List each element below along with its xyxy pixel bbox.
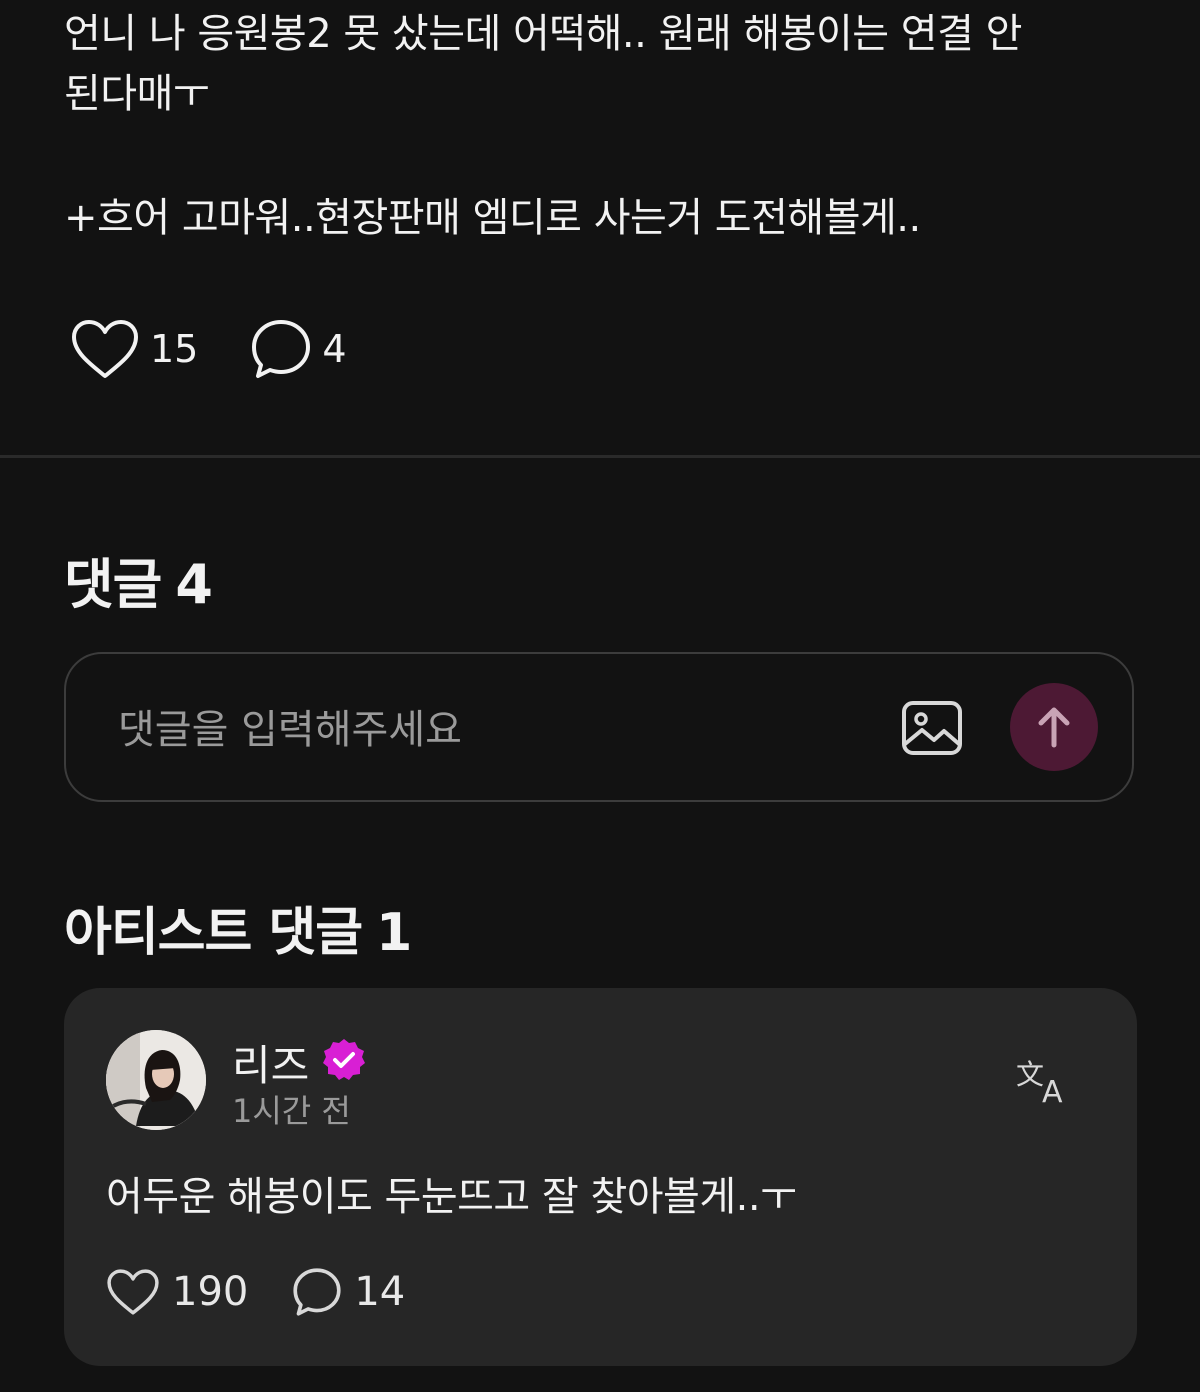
comment-author-name[interactable]: 리즈 (232, 1032, 309, 1093)
section-divider (0, 455, 1200, 458)
comment-like-button[interactable]: 190 (106, 1268, 248, 1316)
comments-heading-label: 댓글 (64, 553, 162, 616)
heart-icon (107, 1269, 159, 1315)
translate-button[interactable]: 文 A (1016, 1054, 1072, 1110)
attach-image-button[interactable] (900, 698, 964, 758)
speech-bubble-icon (293, 1268, 341, 1316)
svg-text:文: 文 (1016, 1058, 1044, 1091)
artist-comments-heading-count: 1 (376, 903, 412, 963)
send-comment-button[interactable] (1010, 683, 1098, 771)
verified-badge-icon (320, 1036, 368, 1084)
comment-reply-button[interactable]: 14 (292, 1267, 405, 1317)
post-comment-count: 4 (322, 327, 347, 371)
comment-text: 어두운 해봉이도 두눈뜨고 잘 찾아볼게..ㅜ (106, 1174, 797, 1220)
comment-composer (64, 652, 1134, 802)
arrow-up-icon (1038, 707, 1070, 748)
post-comment-button[interactable]: 4 (250, 318, 347, 380)
post-actions: 15 4 (70, 316, 399, 382)
post-like-count: 15 (150, 327, 199, 371)
comment-actions: 190 14 (106, 1264, 449, 1320)
comments-heading: 댓글 4 (64, 540, 213, 619)
translate-icon: 文 A (1016, 1058, 1063, 1110)
comment-like-count: 190 (172, 1269, 249, 1315)
post-text-line: +흐어 고마워..현장판매 엠디로 사는거 도전해볼게.. (64, 195, 921, 241)
comment-input[interactable] (116, 694, 860, 766)
artist-comments-heading-label: 아티스트 댓글 (64, 903, 363, 963)
speech-bubble-icon (252, 320, 311, 378)
svg-text:A: A (1042, 1075, 1063, 1106)
artist-comments-heading: 아티스트 댓글 1 (64, 890, 412, 965)
comments-heading-count: 4 (175, 553, 213, 616)
image-icon (902, 701, 962, 755)
artist-comment-card[interactable]: 리즈 1시간 전 文 A 어두운 해봉이도 두눈뜨고 잘 찾아볼게..ㅜ 190 (64, 988, 1137, 1366)
post-like-button[interactable]: 15 (70, 318, 198, 380)
heart-icon (72, 320, 138, 378)
comment-timestamp: 1시간 전 (232, 1092, 351, 1130)
avatar-image (106, 1030, 206, 1130)
comment-reply-count: 14 (354, 1269, 406, 1315)
post-text-line: 언니 나 응원봉2 못 샀는데 어떡해.. 원래 해봉이는 연결 안 (64, 11, 1022, 57)
post-detail-page: 언니 나 응원봉2 못 샀는데 어떡해.. 원래 해봉이는 연결 안 된다매ㅜ … (0, 0, 1200, 1392)
post-text-line: 된다매ㅜ (64, 71, 210, 117)
avatar[interactable] (106, 1030, 206, 1130)
post-body: 언니 나 응원봉2 못 샀는데 어떡해.. 원래 해봉이는 연결 안 된다매ㅜ … (64, 4, 1144, 248)
